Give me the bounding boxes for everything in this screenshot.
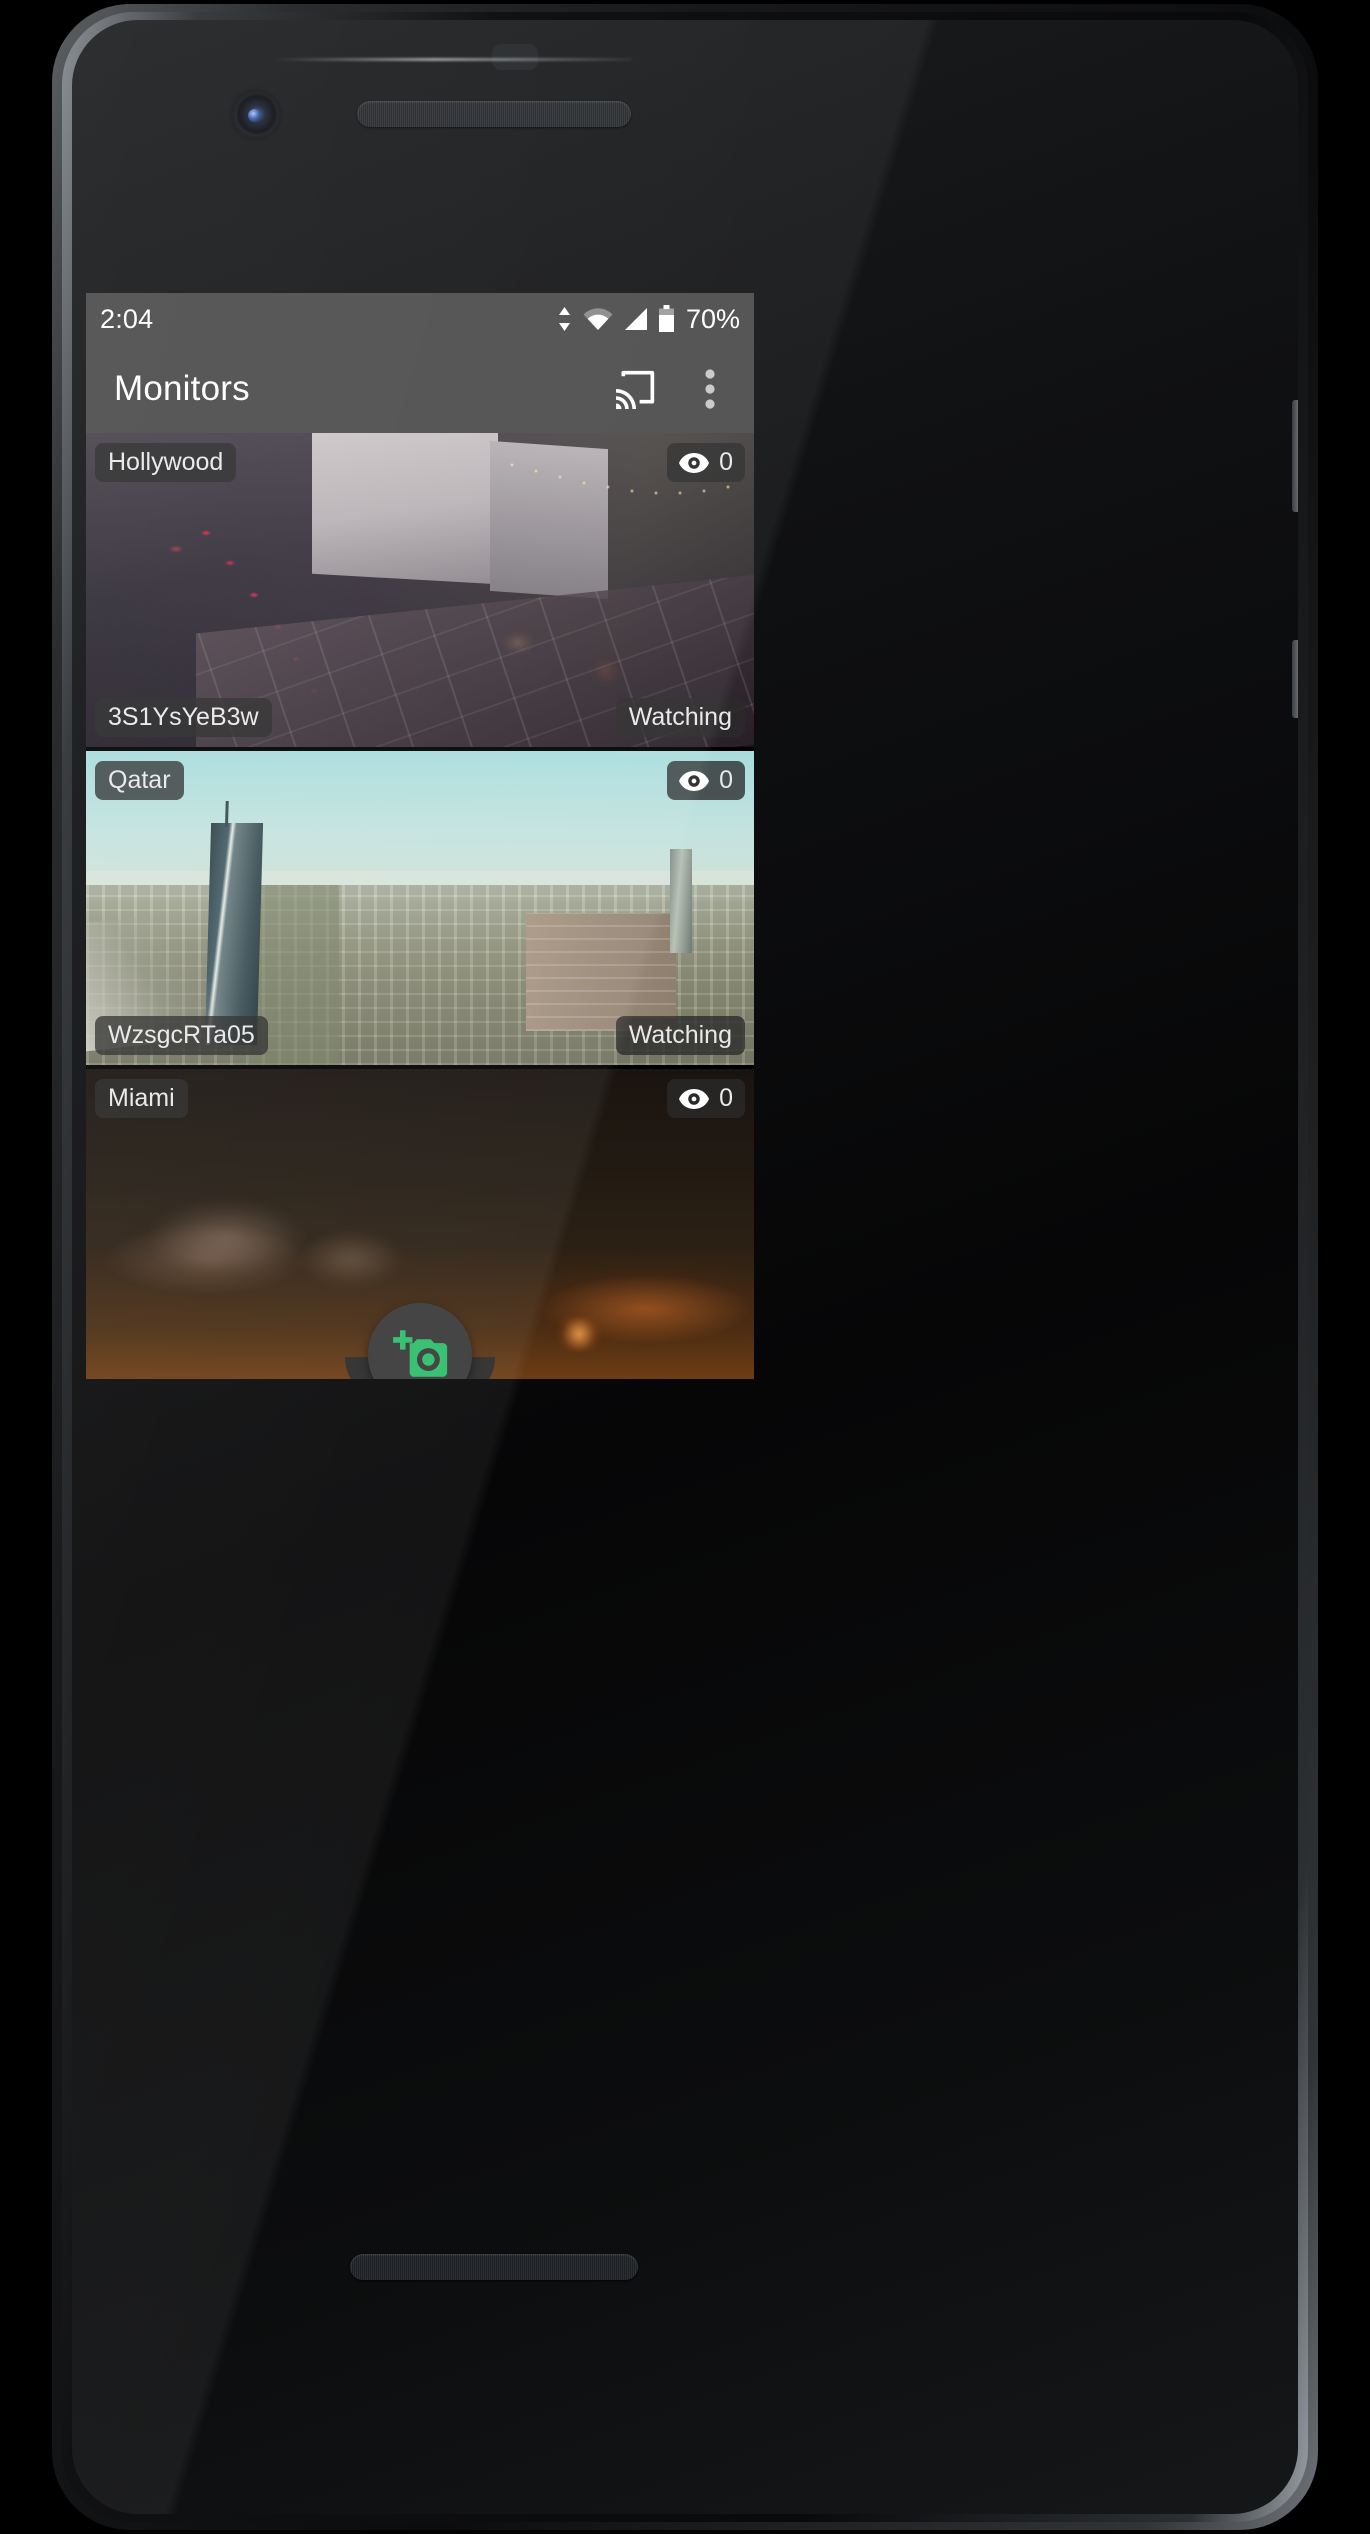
viewer-count: 0 [719, 448, 733, 476]
app-bar-actions [610, 363, 736, 415]
monitor-status-chip: Watching [615, 698, 745, 737]
earpiece-speaker [357, 101, 631, 127]
scene-light [554, 1317, 604, 1351]
power-button[interactable] [1292, 400, 1298, 512]
more-vert-icon [705, 369, 715, 409]
viewer-count-chip: 0 [667, 443, 745, 482]
battery-percent-label: 70% [685, 303, 740, 334]
monitor-name-chip: Hollywood [95, 443, 237, 482]
monitor-list: Hollywood 0 3S1YsYeB3w Watching Qatar 0 … [86, 433, 754, 1379]
monitor-id-chip: WzsgcRTa05 [95, 1016, 268, 1055]
viewer-count-chip: 0 [667, 1079, 745, 1118]
cast-button[interactable] [610, 363, 662, 415]
eye-icon [679, 452, 710, 473]
monitor-status-chip: Watching [615, 1016, 745, 1055]
page-title: Monitors [114, 369, 250, 408]
bottom-speaker [350, 2254, 638, 2280]
battery-icon [658, 305, 674, 332]
overflow-menu-button[interactable] [684, 363, 736, 415]
proximity-sensor [492, 44, 538, 70]
eye-icon [679, 1088, 710, 1109]
scene-building [526, 913, 676, 1031]
phone-screen: 2:04 70% Monitors Hollywood 0 3S1YsYeB3w… [86, 293, 754, 1379]
monitor-id-chip: 3S1YsYeB3w [95, 698, 272, 737]
wifi-icon [583, 308, 613, 330]
status-bar: 2:04 70% [86, 293, 754, 345]
viewer-count-chip: 0 [667, 761, 745, 800]
status-clock: 2:04 [100, 303, 154, 334]
monitor-card[interactable]: Qatar 0 WzsgcRTa05 Watching [86, 751, 754, 1065]
monitor-card[interactable]: Hollywood 0 3S1YsYeB3w Watching [86, 433, 754, 747]
scene-glow [276, 1219, 426, 1299]
glass-highlight [272, 58, 632, 61]
data-sync-icon [558, 307, 570, 331]
add-a-photo-icon [393, 1330, 448, 1377]
scene-skyscraper [670, 849, 692, 953]
screenshot-stage: 2:04 70% Monitors Hollywood 0 3S1YsYeB3w… [0, 0, 1370, 2534]
volume-button[interactable] [1292, 640, 1298, 718]
viewer-count: 0 [719, 766, 733, 794]
app-bar: Monitors [86, 345, 754, 433]
eye-icon [679, 770, 710, 791]
monitor-name-chip: Miami [95, 1079, 188, 1118]
viewer-count: 0 [719, 1084, 733, 1112]
status-icons: 70% [556, 304, 740, 335]
front-camera-icon [235, 94, 277, 136]
cellular-signal-icon [624, 308, 647, 330]
monitor-name-chip: Qatar [95, 761, 184, 800]
cast-icon [616, 370, 655, 409]
